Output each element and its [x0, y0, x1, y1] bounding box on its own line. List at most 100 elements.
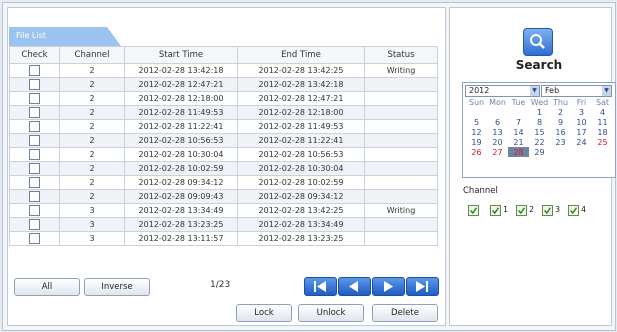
- channel-cell: 2: [59, 189, 125, 204]
- row-checkbox[interactable]: [29, 65, 40, 76]
- calendar-day[interactable]: 7: [508, 117, 529, 127]
- chevron-down-icon: ▼: [602, 86, 611, 96]
- calendar-week: 1234: [466, 107, 613, 117]
- calendar-day[interactable]: 15: [529, 127, 550, 137]
- channel-cell: 2: [59, 105, 125, 120]
- calendar-day[interactable]: 24: [571, 137, 592, 147]
- inverse-selection-label: Inverse: [101, 282, 133, 292]
- check-icon: [544, 207, 551, 214]
- year-select[interactable]: 2012 ▼: [465, 85, 540, 97]
- lock-button[interactable]: Lock: [236, 304, 292, 322]
- row-checkbox[interactable]: [29, 205, 40, 216]
- channel-checkbox[interactable]: [542, 205, 553, 216]
- row-checkbox[interactable]: [29, 191, 40, 202]
- calendar-day[interactable]: 12: [466, 127, 487, 137]
- channel-cell: 3: [59, 217, 125, 232]
- calendar-day[interactable]: 28: [508, 147, 529, 157]
- start-time-cell: 2012-02-28 10:56:53: [124, 133, 238, 148]
- status-cell: [364, 91, 438, 106]
- status-cell: [364, 231, 438, 246]
- table-row[interactable]: 2 2012-02-28 11:22:41 2012-02-28 11:49:53: [9, 119, 438, 134]
- calendar-day[interactable]: 25: [592, 137, 613, 147]
- status-cell: [364, 133, 438, 148]
- table-row[interactable]: 2 2012-02-28 09:34:12 2012-02-28 10:02:59: [9, 175, 438, 190]
- check-cell: [9, 63, 60, 78]
- select-all-button[interactable]: All: [14, 278, 80, 296]
- table-row[interactable]: 2 2012-02-28 12:18:00 2012-02-28 12:47:21: [9, 91, 438, 106]
- first-page-button[interactable]: [304, 277, 337, 296]
- calendar-day[interactable]: 22: [529, 137, 550, 147]
- check-cell: [9, 91, 60, 106]
- calendar-day[interactable]: 13: [487, 127, 508, 137]
- prev-page-icon: [349, 281, 358, 292]
- calendar-day[interactable]: 19: [466, 137, 487, 147]
- weekday-label: Tue: [511, 97, 526, 107]
- channel-all-checkbox[interactable]: [468, 205, 479, 216]
- calendar-day[interactable]: 4: [592, 107, 613, 117]
- row-checkbox[interactable]: [29, 149, 40, 160]
- row-checkbox[interactable]: [29, 121, 40, 132]
- channel-cell: 2: [59, 133, 125, 148]
- search-button[interactable]: [523, 28, 553, 56]
- calendar-day[interactable]: 23: [550, 137, 571, 147]
- channel-checkbox[interactable]: [516, 205, 527, 216]
- table-row[interactable]: 3 2012-02-28 13:23:25 2012-02-28 13:34:49: [9, 217, 438, 232]
- channel-checkbox[interactable]: [568, 205, 579, 216]
- calendar-day[interactable]: 8: [529, 117, 550, 127]
- row-checkbox[interactable]: [29, 163, 40, 174]
- calendar-day[interactable]: 11: [592, 117, 613, 127]
- calendar-day[interactable]: 1: [529, 107, 550, 117]
- search-icon: [530, 34, 545, 49]
- calendar-day[interactable]: 17: [571, 127, 592, 137]
- month-select[interactable]: Feb ▼: [541, 85, 612, 97]
- calendar-week: 26 27 28 29: [466, 147, 613, 157]
- calendar-day[interactable]: 26: [466, 147, 487, 157]
- table-row[interactable]: 2 2012-02-28 13:42:18 2012-02-28 13:42:25 W…: [9, 63, 438, 78]
- row-checkbox[interactable]: [29, 233, 40, 244]
- table-row[interactable]: 2 2012-02-28 10:02:59 2012-02-28 10:30:04: [9, 161, 438, 176]
- calendar-day[interactable]: 29: [529, 147, 550, 157]
- row-checkbox[interactable]: [29, 107, 40, 118]
- row-checkbox[interactable]: [29, 93, 40, 104]
- channel-cell: 2: [59, 63, 125, 78]
- last-page-button[interactable]: [406, 277, 439, 296]
- calendar-day[interactable]: 21: [508, 137, 529, 147]
- calendar-day[interactable]: 27: [487, 147, 508, 157]
- table-row[interactable]: 2 2012-02-28 11:49:53 2012-02-28 12:18:00: [9, 105, 438, 120]
- row-checkbox[interactable]: [29, 135, 40, 146]
- next-page-button[interactable]: [372, 277, 405, 296]
- calendar-day[interactable]: 6: [487, 117, 508, 127]
- table-row[interactable]: 2 2012-02-28 12:47:21 2012-02-28 13:42:18: [9, 77, 438, 92]
- inverse-selection-button[interactable]: Inverse: [84, 278, 150, 296]
- channel-checkbox[interactable]: [490, 205, 501, 216]
- unlock-button[interactable]: Unlock: [298, 304, 364, 322]
- table-row[interactable]: 2 2012-02-28 09:09:43 2012-02-28 09:34:12: [9, 189, 438, 204]
- calendar-day[interactable]: 10: [571, 117, 592, 127]
- calendar-day[interactable]: 16: [550, 127, 571, 137]
- table-row[interactable]: 3 2012-02-28 13:34:49 2012-02-28 13:42:25 W…: [9, 203, 438, 218]
- row-checkbox[interactable]: [29, 177, 40, 188]
- end-time-cell: 2012-02-28 13:42:25: [237, 203, 365, 218]
- calendar-day[interactable]: 9: [550, 117, 571, 127]
- row-checkbox[interactable]: [29, 79, 40, 90]
- check-cell: [9, 203, 60, 218]
- table-row[interactable]: 3 2012-02-28 13:11:57 2012-02-28 13:23:25: [9, 231, 438, 246]
- tab-file-list[interactable]: File List: [9, 27, 121, 46]
- status-cell: [364, 189, 438, 204]
- prev-page-button[interactable]: [338, 277, 371, 296]
- calendar-day[interactable]: 20: [487, 137, 508, 147]
- calendar-day[interactable]: 5: [466, 117, 487, 127]
- table-row[interactable]: 2 2012-02-28 10:56:53 2012-02-28 11:22:41: [9, 133, 438, 148]
- end-time-cell: 2012-02-28 13:23:25: [237, 231, 365, 246]
- weekday-label: Sun: [468, 97, 485, 107]
- calendar-day[interactable]: 18: [592, 127, 613, 137]
- row-checkbox[interactable]: [29, 219, 40, 230]
- channel-number-label: 3: [555, 205, 561, 214]
- calendar-day[interactable]: 2: [550, 107, 571, 117]
- table-row[interactable]: 2 2012-02-28 10:30:04 2012-02-28 10:56:53: [9, 147, 438, 162]
- calendar-day[interactable]: 3: [571, 107, 592, 117]
- calendar-day[interactable]: 14: [508, 127, 529, 137]
- end-time-cell: 2012-02-28 10:56:53: [237, 147, 365, 162]
- delete-button[interactable]: Delete: [372, 304, 438, 322]
- column-header-check: Check: [9, 46, 60, 64]
